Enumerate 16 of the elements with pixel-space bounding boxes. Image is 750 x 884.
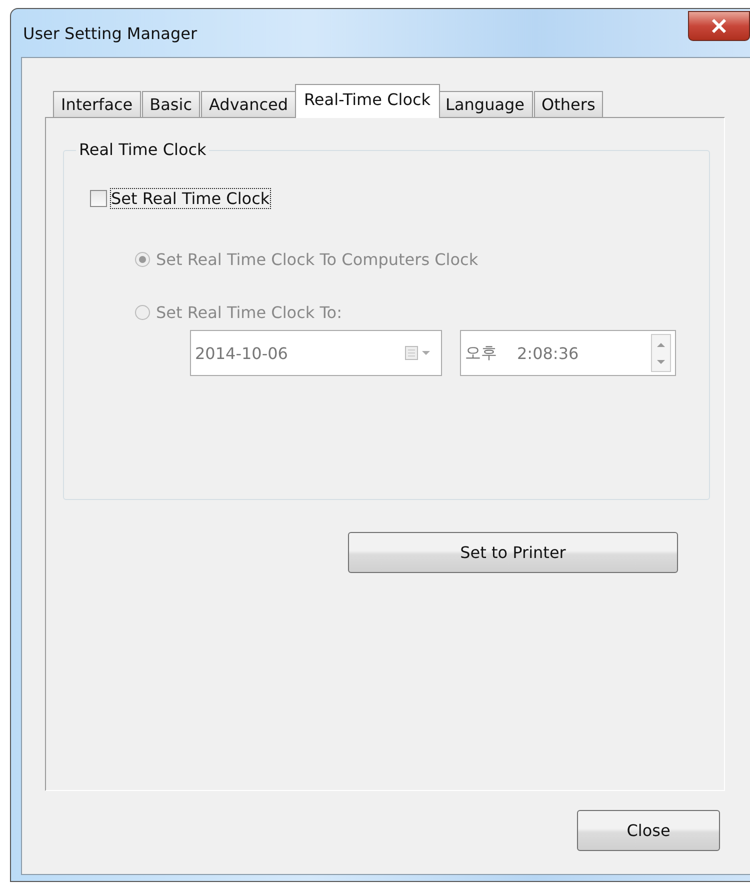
tab[interactable]: Interface: [53, 91, 141, 117]
calendar-dropdown-icon: [405, 346, 431, 360]
tab[interactable]: Real-Time Clock: [295, 84, 440, 118]
set-to-printer-button[interactable]: Set to Printer: [348, 532, 678, 573]
tab[interactable]: Others: [534, 91, 604, 117]
up-arrow-icon: [657, 342, 665, 346]
close-button[interactable]: [688, 11, 750, 41]
down-arrow-icon: [657, 360, 665, 364]
checkbox-label[interactable]: Set Real Time Clock: [111, 189, 270, 208]
checkbox[interactable]: [90, 190, 107, 207]
window-title: User Setting Manager: [23, 24, 198, 42]
tab[interactable]: Basic: [142, 91, 200, 117]
tab[interactable]: Advanced: [201, 91, 296, 117]
tab[interactable]: Language: [438, 91, 533, 117]
close-icon: [711, 19, 727, 33]
close-dialog-button[interactable]: Close: [577, 810, 720, 851]
